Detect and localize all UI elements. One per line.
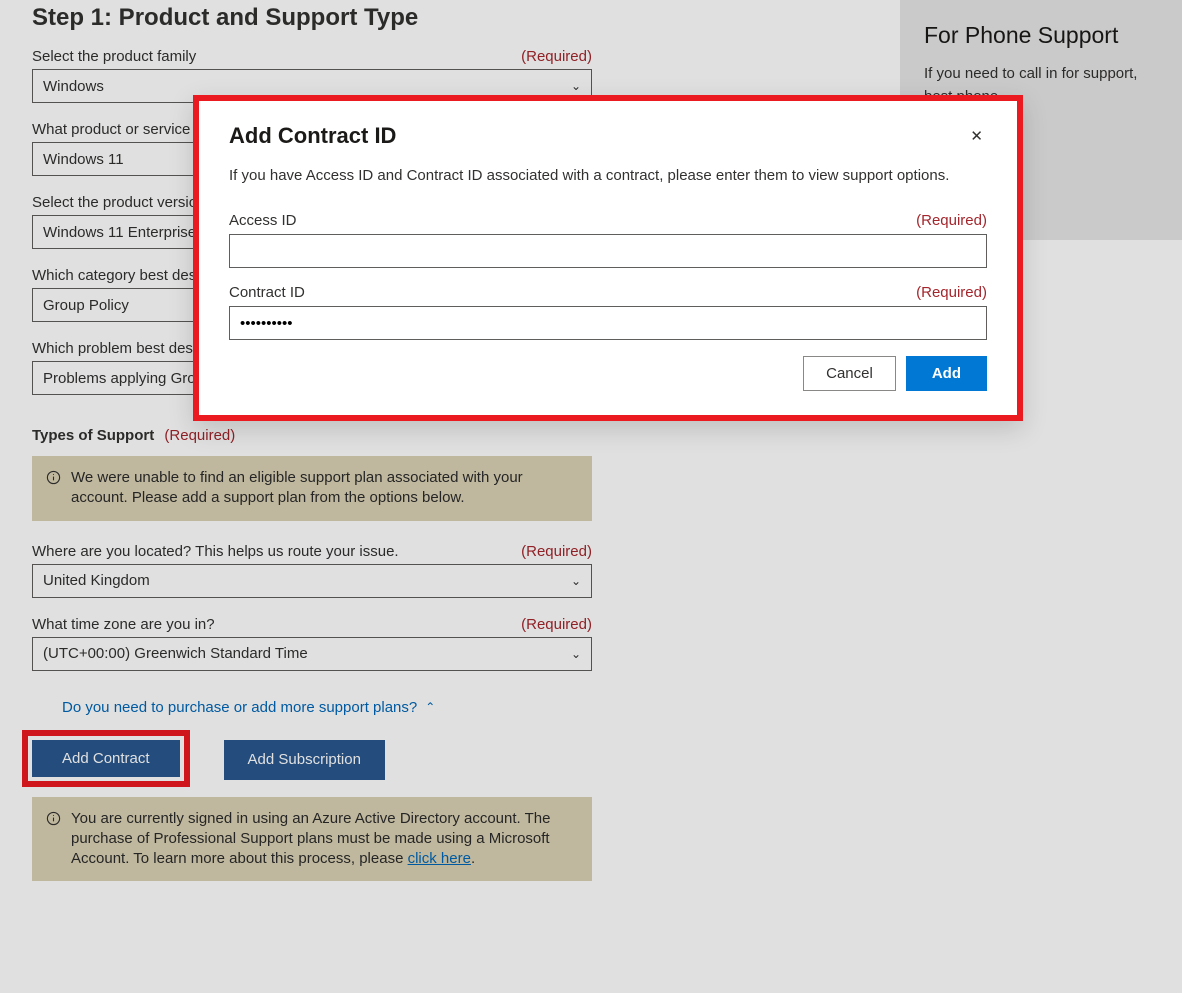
cancel-button[interactable]: Cancel bbox=[803, 356, 896, 391]
access-id-label: Access ID bbox=[229, 212, 297, 229]
add-contract-modal: Add Contract ID ✕ If you have Access ID … bbox=[199, 101, 1017, 415]
contract-id-label: Contract ID bbox=[229, 284, 305, 301]
close-button[interactable]: ✕ bbox=[966, 123, 987, 149]
contract-id-input[interactable] bbox=[229, 306, 987, 340]
access-id-input[interactable] bbox=[229, 234, 987, 268]
field-contract-id: Contract ID (Required) bbox=[229, 284, 987, 340]
highlight-modal: Add Contract ID ✕ If you have Access ID … bbox=[193, 95, 1023, 421]
modal-description: If you have Access ID and Contract ID as… bbox=[229, 167, 987, 184]
required-indicator: (Required) bbox=[916, 284, 987, 301]
close-icon: ✕ bbox=[970, 128, 983, 145]
field-access-id: Access ID (Required) bbox=[229, 212, 987, 268]
modal-actions: Cancel Add bbox=[229, 356, 987, 391]
add-button[interactable]: Add bbox=[906, 356, 987, 391]
modal-title: Add Contract ID bbox=[229, 123, 396, 149]
required-indicator: (Required) bbox=[916, 212, 987, 229]
